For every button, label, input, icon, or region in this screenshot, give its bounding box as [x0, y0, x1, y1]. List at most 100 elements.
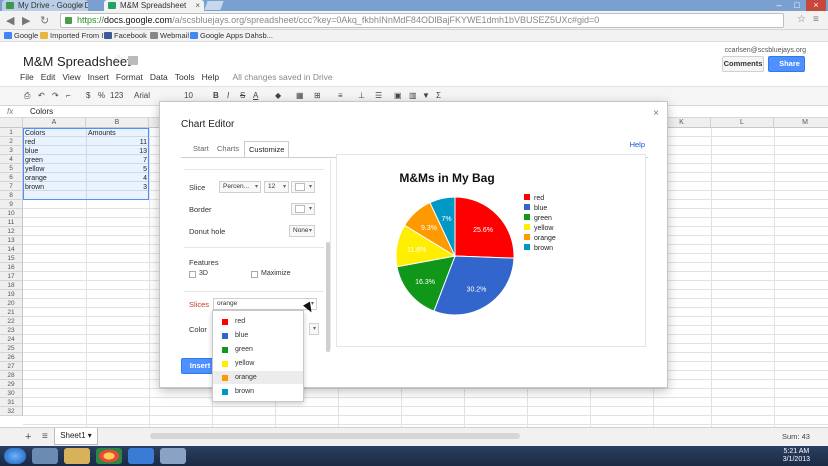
reload-icon[interactable]: ↻ — [40, 14, 49, 27]
row-header[interactable]: 16 — [0, 263, 23, 272]
merge-icon[interactable]: ⊞ — [314, 91, 321, 100]
paint-format-icon[interactable]: ⌐ — [66, 91, 71, 100]
address-bar[interactable]: https://docs.google.com/a/scsbluejays.or… — [60, 13, 784, 28]
slices-select[interactable]: orange ▾ — [213, 298, 317, 310]
slice-option[interactable]: green — [213, 343, 303, 356]
star-icon[interactable]: ☆ — [114, 54, 124, 65]
border-color-picker[interactable]: ▾ — [291, 203, 315, 215]
window-close-icon[interactable]: × — [806, 0, 826, 11]
row-header[interactable]: 9 — [0, 200, 23, 209]
taskbar-clock[interactable]: 5:21 AM 3/1/2013 — [783, 448, 810, 464]
number-format-button[interactable]: 123 — [110, 91, 123, 100]
row-header[interactable]: 32 — [0, 407, 23, 416]
print-icon[interactable]: ⎙ — [24, 91, 30, 101]
menu-icon[interactable]: ≡ — [813, 14, 819, 25]
text-color-button[interactable]: A — [253, 91, 258, 100]
browser-tab-drive[interactable]: My Drive - Google Drive × — [2, 0, 88, 11]
user-email[interactable]: ccarlsen@scsbluejays.org — [725, 47, 806, 54]
row-header[interactable]: 2 — [0, 137, 23, 146]
formula-input[interactable]: Colors — [30, 106, 53, 117]
row-header[interactable]: 29 — [0, 380, 23, 389]
currency-button[interactable]: $ — [86, 91, 90, 100]
grid-cell[interactable]: green — [25, 156, 85, 165]
horizontal-scrollbar[interactable] — [150, 433, 520, 439]
row-header[interactable]: 1 — [0, 128, 23, 137]
slice-font-size-select[interactable]: 12 ▾ — [264, 181, 289, 193]
taskbar-ie-icon[interactable] — [32, 448, 58, 464]
column-header[interactable]: B — [86, 118, 149, 128]
font-select[interactable]: Arial — [134, 91, 150, 100]
corner-header[interactable] — [0, 118, 23, 128]
menu-tools[interactable]: Tools — [175, 72, 195, 82]
row-header[interactable]: 17 — [0, 272, 23, 281]
row-header[interactable]: 25 — [0, 344, 23, 353]
row-header[interactable]: 10 — [0, 209, 23, 218]
slice-option[interactable]: red — [213, 315, 303, 328]
grid-cell[interactable]: blue — [25, 147, 85, 156]
grid-cell[interactable]: 11 — [86, 138, 149, 147]
menu-format[interactable]: Format — [116, 72, 143, 82]
slice-format-select[interactable]: Percen... ▾ — [219, 181, 261, 193]
row-header[interactable]: 26 — [0, 353, 23, 362]
column-header[interactable]: L — [711, 118, 774, 128]
bookmark-google[interactable]: Google — [4, 30, 38, 41]
close-icon[interactable]: × — [653, 108, 659, 119]
taskbar-folder-icon[interactable] — [64, 448, 90, 464]
settings-scrollbar[interactable] — [326, 242, 330, 352]
column-header[interactable]: M — [774, 118, 828, 128]
row-header[interactable]: 12 — [0, 227, 23, 236]
row-header[interactable]: 11 — [0, 218, 23, 227]
menu-edit[interactable]: Edit — [41, 72, 56, 82]
row-header[interactable]: 18 — [0, 281, 23, 290]
taskbar-chrome-icon[interactable] — [96, 448, 122, 464]
slice-color-picker[interactable]: ▾ — [309, 323, 319, 335]
donut-hole-select[interactable]: None ▾ — [289, 225, 315, 237]
bold-button[interactable]: B — [213, 91, 219, 100]
row-header[interactable]: 13 — [0, 236, 23, 245]
menu-data[interactable]: Data — [150, 72, 168, 82]
row-header[interactable]: 8 — [0, 191, 23, 200]
row-header[interactable]: 5 — [0, 164, 23, 173]
filter-icon[interactable]: ▼ — [422, 91, 430, 100]
grid-cell[interactable]: 5 — [86, 165, 149, 174]
help-link[interactable]: Help — [630, 140, 645, 149]
font-size-select[interactable]: 10 — [184, 91, 193, 100]
menu-view[interactable]: View — [62, 72, 80, 82]
row-header[interactable]: 28 — [0, 371, 23, 380]
taskbar-ie-icon[interactable] — [128, 448, 154, 464]
row-header[interactable]: 6 — [0, 173, 23, 182]
row-header[interactable]: 30 — [0, 389, 23, 398]
bookmark-imported[interactable]: Imported From IE — [40, 30, 108, 41]
share-button[interactable]: Share — [768, 56, 805, 72]
percent-button[interactable]: % — [98, 91, 105, 100]
strikethrough-button[interactable]: S — [240, 91, 245, 100]
menu-insert[interactable]: Insert — [88, 72, 109, 82]
row-header[interactable]: 20 — [0, 299, 23, 308]
sum-indicator[interactable]: Sum: 43 — [782, 432, 810, 441]
row-header[interactable]: 3 — [0, 146, 23, 155]
comment-icon[interactable]: ▣ — [394, 91, 402, 100]
grid-cell[interactable]: 4 — [86, 174, 149, 183]
close-icon[interactable]: × — [79, 0, 84, 11]
grid-cell[interactable]: yellow — [25, 165, 85, 174]
new-tab-button[interactable] — [204, 1, 224, 10]
grid-cell[interactable]: 3 — [86, 183, 149, 192]
close-icon[interactable]: × — [195, 0, 200, 11]
tab-customize[interactable]: Customize — [244, 141, 290, 158]
column-header[interactable]: A — [23, 118, 86, 128]
grid-cell[interactable]: orange — [25, 174, 85, 183]
3d-checkbox[interactable] — [189, 271, 196, 278]
star-icon[interactable]: ☆ — [797, 14, 806, 25]
bookmark-webmail[interactable]: Webmail — [150, 30, 189, 41]
minimize-icon[interactable]: – — [770, 0, 788, 11]
grid-cell[interactable]: red — [25, 138, 85, 147]
header-cell-amounts[interactable]: Amounts — [88, 129, 148, 138]
row-header[interactable]: 27 — [0, 362, 23, 371]
undo-icon[interactable]: ↶ — [38, 91, 45, 100]
row-header[interactable]: 23 — [0, 326, 23, 335]
header-cell-colors[interactable]: Colors — [25, 129, 85, 138]
sheet-tab-sheet1[interactable]: Sheet1 ▾ — [54, 428, 98, 445]
slice-text-color-picker[interactable]: ▾ — [291, 181, 315, 193]
row-header[interactable]: 31 — [0, 398, 23, 407]
slice-option[interactable]: blue — [213, 329, 303, 342]
